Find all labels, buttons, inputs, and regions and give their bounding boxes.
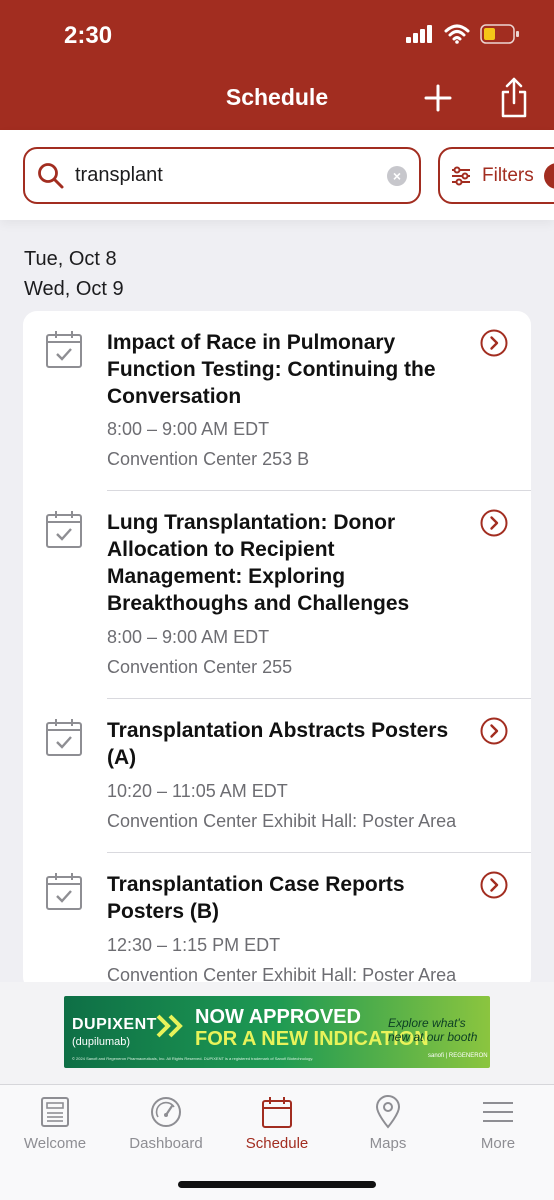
tab-label: Dashboard [129, 1135, 203, 1152]
session-title: Lung Transplantation: Donor Allocation t… [107, 511, 410, 615]
clear-search-button[interactable]: × [387, 165, 407, 186]
tab-label: Welcome [23, 1135, 87, 1152]
chevron-right-icon[interactable] [479, 716, 509, 746]
chevrons-icon [156, 1014, 183, 1038]
session-location: Convention Center Exhibit Hall: Poster A… [107, 811, 457, 831]
signal-icon [406, 25, 432, 43]
session-time: 10:20 – 11:05 AM EDT [107, 781, 288, 801]
chevron-right-icon[interactable] [479, 870, 509, 900]
ad-banner[interactable]: DUPIXENT (dupilumab) NOW APPROVED FOR A … [64, 996, 490, 1068]
chevron-right-icon[interactable] [479, 508, 509, 538]
calendar-icon [262, 1097, 292, 1128]
tab-welcome[interactable]: Welcome [0, 1095, 110, 1152]
filters-label: Filters [482, 164, 534, 186]
status-icons [406, 24, 520, 44]
ad-cta: Explore what's new at our booth [388, 1016, 478, 1044]
ad-strip: DUPIXENT (dupilumab) NOW APPROVED FOR A … [0, 982, 554, 1084]
ad-generic-name: (dupilumab) [72, 1036, 131, 1048]
menu-icon [483, 1102, 513, 1122]
calendar-check-icon [46, 331, 82, 368]
session-item[interactable]: Lung Transplantation: Donor Allocation t… [23, 491, 531, 699]
tab-maps[interactable]: Maps [333, 1095, 443, 1152]
session-location: Convention Center 253 B [107, 449, 310, 469]
session-time: 12:30 – 1:15 PM EDT [107, 935, 281, 955]
date-headers: Tue, Oct 8 Wed, Oct 9 [24, 244, 124, 304]
session-item[interactable]: Transplantation Case Reports Posters (B)… [23, 853, 531, 991]
search-input[interactable]: transplant × [23, 147, 421, 204]
sliders-icon [452, 166, 470, 185]
tab-label: Schedule [245, 1135, 309, 1152]
gauge-icon [151, 1097, 181, 1127]
calendar-check-icon [46, 873, 82, 910]
date-header[interactable]: Tue, Oct 8 [24, 244, 124, 274]
share-button[interactable] [498, 76, 530, 118]
tab-dashboard[interactable]: Dashboard [111, 1095, 221, 1152]
session-title: Transplantation Case Reports Posters (B) [107, 873, 405, 923]
chevron-right-icon[interactable] [479, 328, 509, 358]
add-button[interactable] [422, 80, 454, 116]
search-bar: transplant × Filters [0, 130, 554, 220]
session-location: Convention Center 255 [107, 657, 293, 677]
search-input-value: transplant [75, 164, 163, 186]
session-title: Impact of Race in Pulmonary Function Tes… [107, 331, 436, 408]
session-list: Impact of Race in Pulmonary Function Tes… [23, 311, 531, 991]
session-item[interactable]: Impact of Race in Pulmonary Function Tes… [23, 311, 531, 491]
status-time: 2:30 [64, 22, 113, 49]
date-header[interactable]: Wed, Oct 9 [24, 274, 124, 304]
ad-fine-print: © 2024 Sanofi and Regeneron Pharmaceutic… [72, 1056, 314, 1061]
calendar-check-icon [46, 719, 82, 756]
map-pin-icon [375, 1095, 401, 1129]
newspaper-icon [41, 1097, 69, 1127]
calendar-check-icon [46, 511, 82, 548]
tab-more[interactable]: More [443, 1095, 553, 1152]
tab-schedule[interactable]: Schedule [222, 1095, 332, 1152]
session-title: Transplantation Abstracts Posters (A) [107, 719, 449, 769]
filters-button[interactable]: Filters [438, 147, 554, 204]
home-indicator [178, 1181, 376, 1188]
wifi-icon [444, 24, 470, 44]
tab-label: More [480, 1135, 516, 1152]
search-icon [38, 162, 64, 188]
filters-count-badge [543, 162, 554, 189]
battery-icon [480, 24, 519, 44]
ad-headline: NOW APPROVED [195, 1006, 361, 1028]
ad-brand: DUPIXENT [72, 1016, 157, 1033]
ad-sponsors: sanofi | REGENERON [428, 1053, 488, 1059]
tab-label: Maps [369, 1135, 407, 1152]
session-time: 8:00 – 9:00 AM EDT [107, 419, 270, 439]
session-item[interactable]: Transplantation Abstracts Posters (A) 10… [23, 699, 531, 853]
session-time: 8:00 – 9:00 AM EDT [107, 627, 270, 647]
page-title: Schedule [225, 84, 329, 110]
app-header: 2:30 Schedule [0, 0, 554, 130]
